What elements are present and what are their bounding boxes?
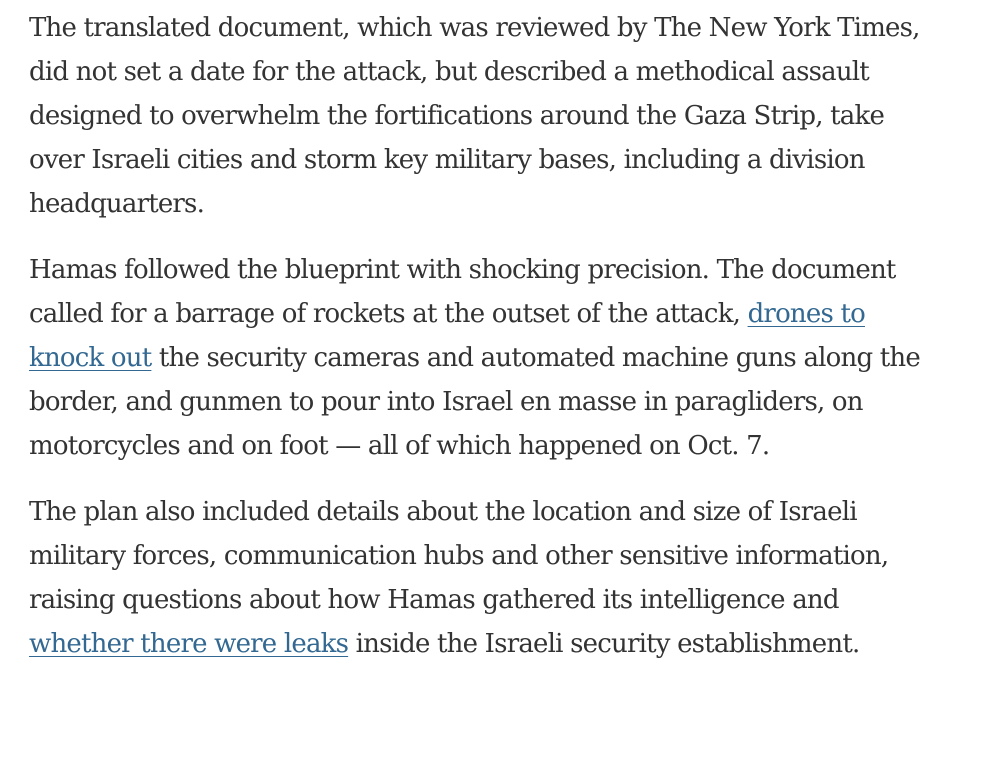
paragraph-2: Hamas followed the blueprint with shocki…: [29, 248, 930, 468]
link-whether-there-were-leaks[interactable]: whether there were leaks: [29, 629, 349, 659]
paragraph-text: inside the Israeli security establishmen…: [348, 629, 861, 659]
paragraph-text: the security cameras and automated machi…: [29, 343, 921, 461]
paragraph-1: The translated document, which was revie…: [29, 6, 930, 226]
article-body: The translated document, which was revie…: [0, 0, 1000, 774]
paragraph-text: The plan also included details about the…: [29, 497, 889, 615]
paragraph-3: The plan also included details about the…: [29, 490, 930, 666]
paragraph-text: The translated document, which was revie…: [29, 13, 920, 219]
